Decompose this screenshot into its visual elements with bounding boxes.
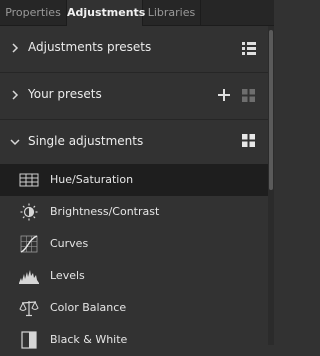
- section-your-presets[interactable]: Your presets: [0, 73, 268, 120]
- chevron-down-icon[interactable]: [10, 137, 20, 147]
- color-balance-icon: [19, 300, 39, 317]
- adjustment-label: Color Balance: [50, 301, 127, 314]
- section-label: Adjustments presets: [28, 40, 152, 54]
- section-single-adjustments[interactable]: Single adjustments: [0, 120, 268, 166]
- tab-properties[interactable]: Properties: [0, 0, 67, 25]
- adjustments-panel: Adjustments presets Your presets Single …: [0, 26, 274, 349]
- adjustment-label: Curves: [50, 237, 89, 250]
- section-label: Your presets: [28, 87, 102, 101]
- adjustment-label: Levels: [50, 269, 85, 282]
- section-label: Single adjustments: [28, 134, 144, 148]
- grid-view-icon[interactable]: [242, 134, 255, 147]
- adjustment-item-curves[interactable]: Curves: [0, 228, 268, 260]
- plus-icon[interactable]: [218, 89, 230, 101]
- scrollbar[interactable]: [268, 26, 274, 345]
- adjustment-item-black-white[interactable]: Black & White: [0, 324, 268, 356]
- curves-icon: [20, 235, 38, 253]
- adjustment-item-color-balance[interactable]: Color Balance: [0, 292, 268, 324]
- tab-adjustments[interactable]: Adjustments: [67, 0, 145, 26]
- chevron-right-icon[interactable]: [10, 43, 20, 53]
- brightness-contrast-icon: [20, 203, 38, 221]
- adjustment-label: Brightness/Contrast: [50, 205, 160, 218]
- adjustment-item-brightness-contrast[interactable]: Brightness/Contrast: [0, 196, 268, 228]
- section-adjustments-presets[interactable]: Adjustments presets: [0, 26, 268, 73]
- adjustment-item-hue-saturation[interactable]: Hue/Saturation: [0, 164, 268, 196]
- levels-icon: [19, 270, 39, 284]
- grid-view-icon[interactable]: [242, 89, 255, 102]
- chevron-right-icon[interactable]: [10, 90, 20, 100]
- adjustment-item-levels[interactable]: Levels: [0, 260, 268, 292]
- tab-bar: Properties Adjustments Libraries: [0, 0, 274, 26]
- adjustment-label: Black & White: [50, 333, 128, 346]
- tab-libraries[interactable]: Libraries: [143, 0, 201, 25]
- adjustment-label: Hue/Saturation: [50, 173, 134, 186]
- list-view-icon[interactable]: [242, 42, 256, 55]
- hue-saturation-icon: [19, 173, 39, 187]
- scrollbar-thumb[interactable]: [269, 30, 273, 190]
- black-white-icon: [21, 331, 37, 349]
